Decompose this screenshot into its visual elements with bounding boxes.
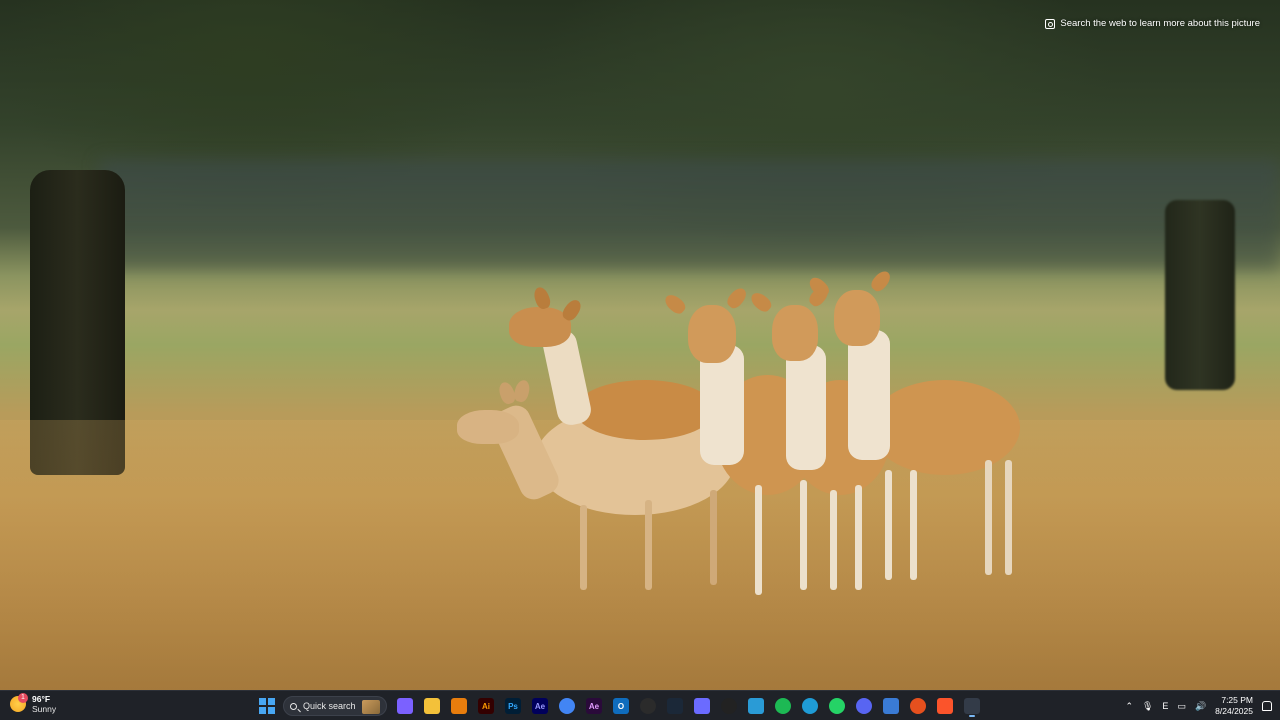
visual-search-label: Search the web to learn more about this … (1060, 18, 1260, 29)
taskbar: 1 96°F Sunny Quick search Ai Ps Ae Ae O ⌃ 🎙 … (0, 690, 1280, 720)
steam-icon (667, 698, 683, 714)
chevron-up-icon[interactable]: ⌃ (1125, 701, 1133, 712)
taskbar-app-button[interactable]: Ae (583, 695, 605, 717)
edge-icon (802, 698, 818, 714)
sun-icon: 1 (10, 693, 28, 712)
taskbar-app-button[interactable] (556, 695, 578, 717)
taskbar-app-button[interactable]: O (610, 695, 632, 717)
visual-search-link[interactable]: Search the web to learn more about this … (1045, 18, 1260, 29)
designer-icon (694, 698, 710, 714)
taskbar-app-button[interactable] (853, 695, 875, 717)
blender-icon (451, 698, 467, 714)
taskbar-app-button[interactable] (826, 695, 848, 717)
chatgpt-icon (640, 698, 656, 714)
brave-icon (937, 698, 953, 714)
taskbar-app-button[interactable] (718, 695, 740, 717)
clock-time: 7:25 PM (1221, 695, 1253, 705)
chrome-icon (559, 698, 575, 714)
weather-condition: Sunny (32, 704, 57, 714)
visual-search-icon (1045, 18, 1056, 29)
start-button[interactable] (256, 695, 278, 717)
taskbar-search[interactable]: Quick search (283, 696, 387, 716)
taskbar-app-button[interactable] (664, 695, 686, 717)
volume-icon[interactable]: 🔊 (1195, 701, 1206, 712)
after-effects-icon: Ae (532, 698, 548, 714)
taskbar-app-button[interactable] (880, 695, 902, 717)
taskbar-app-button[interactable] (637, 695, 659, 717)
system-tray: ⌃ 🎙 E ▭ 🔊 7:25 PM 8/24/2025 (1125, 694, 1272, 718)
snipping-tool-icon (964, 698, 980, 714)
taskbar-apps: Quick search Ai Ps Ae Ae O (256, 694, 983, 718)
taskbar-app-button[interactable] (961, 695, 983, 717)
image-viewer-icon (748, 698, 764, 714)
taskbar-app-button[interactable]: Ps (502, 695, 524, 717)
premiere-icon: Ae (586, 698, 602, 714)
taskbar-app-button[interactable]: Ae (529, 695, 551, 717)
file-explorer-icon (424, 698, 440, 714)
search-label: Quick search (303, 701, 356, 711)
clock-date: 8/24/2025 (1215, 706, 1253, 716)
taskbar-app-button[interactable] (799, 695, 821, 717)
taskbar-app-button[interactable] (421, 695, 443, 717)
background-treeline (100, 160, 1280, 270)
orange-app-icon (910, 698, 926, 714)
desktop-wallpaper (0, 0, 1280, 690)
taskbar-app-button[interactable] (772, 695, 794, 717)
taskbar-app-button[interactable] (934, 695, 956, 717)
taskbar-app-button[interactable] (394, 695, 416, 717)
outlook-icon: O (613, 698, 629, 714)
keyboard-layout[interactable]: E (1162, 701, 1168, 711)
photoshop-icon: Ps (505, 698, 521, 714)
illustrator-icon: Ai (478, 698, 494, 714)
davinci-icon (721, 698, 737, 714)
tree-trunk-right (1165, 200, 1235, 390)
taskbar-app-button[interactable] (907, 695, 929, 717)
clock[interactable]: 7:25 PM 8/24/2025 (1215, 695, 1253, 717)
settings-window-icon (883, 698, 899, 714)
whatsapp-icon (829, 698, 845, 714)
notification-bell-icon[interactable] (1262, 701, 1272, 711)
active-indicator (969, 715, 975, 717)
discord-icon (856, 698, 872, 714)
weather-widget[interactable]: 1 96°F Sunny (10, 693, 57, 714)
windows-icon (259, 698, 275, 714)
search-icon (290, 702, 297, 710)
spotify-icon (775, 698, 791, 714)
network-icon[interactable]: ▭ (1177, 701, 1186, 712)
copilot-icon (397, 698, 413, 714)
search-highlight-thumbnail (362, 700, 380, 714)
taskbar-app-button[interactable] (745, 695, 767, 717)
taskbar-app-button[interactable] (691, 695, 713, 717)
weather-temperature: 96°F (32, 694, 51, 704)
taskbar-app-button[interactable] (448, 695, 470, 717)
microphone-icon[interactable]: 🎙 (1142, 701, 1153, 712)
taskbar-app-button[interactable]: Ai (475, 695, 497, 717)
notification-badge: 1 (18, 693, 28, 703)
